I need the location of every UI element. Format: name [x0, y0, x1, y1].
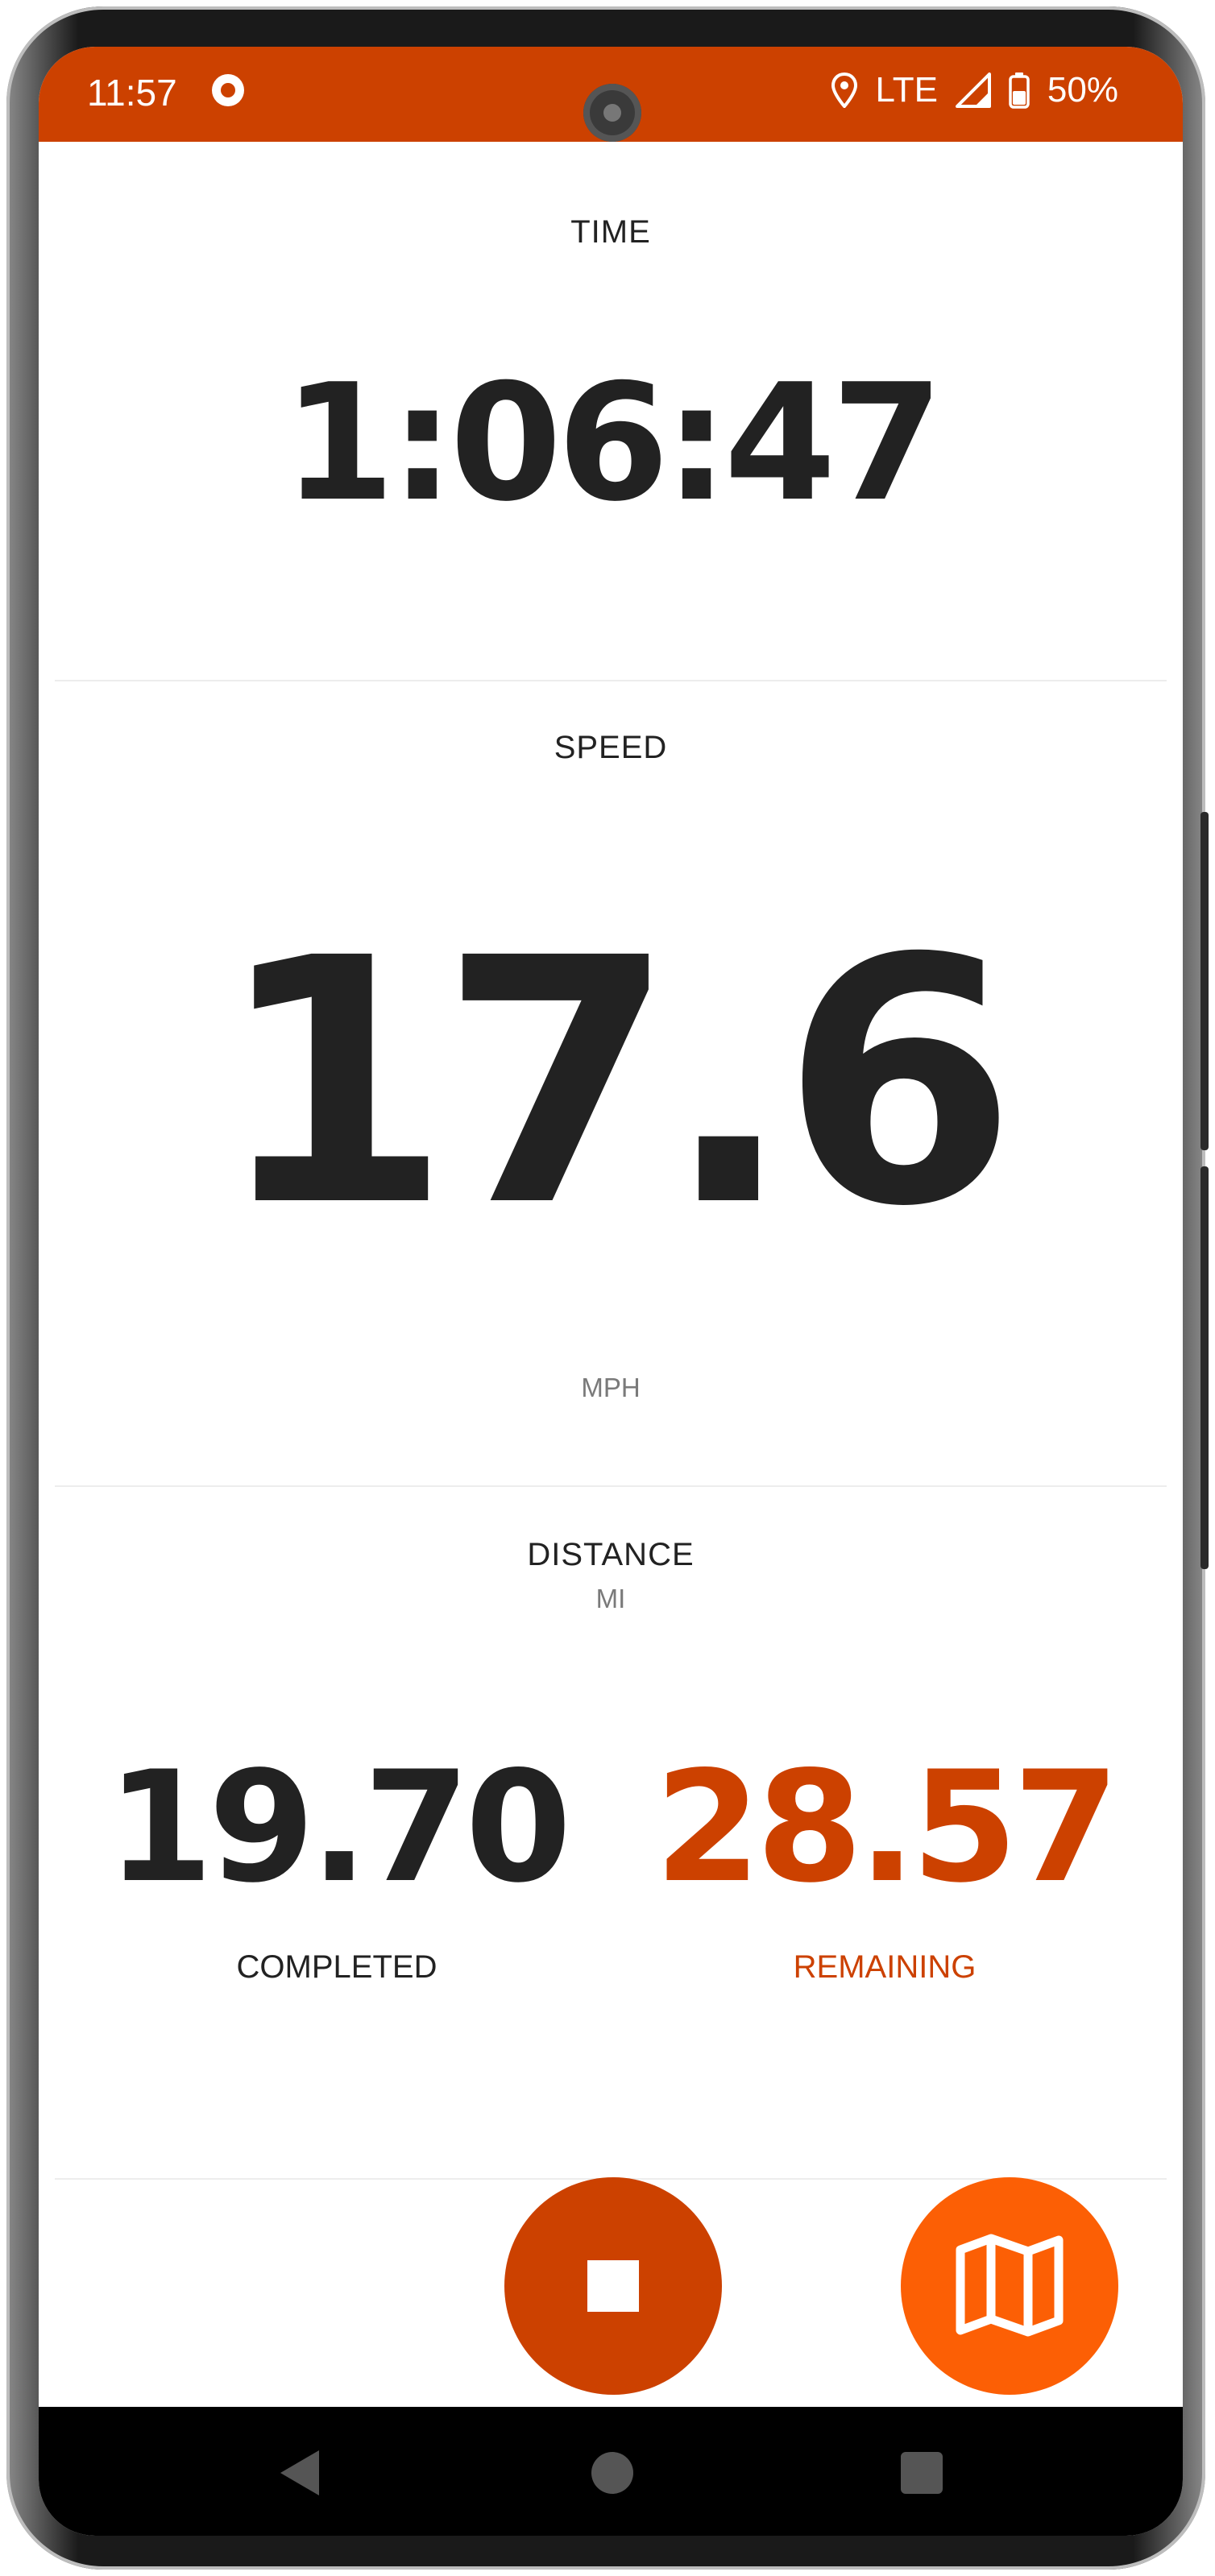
- distance-remaining: 28.57 REMAINING: [627, 1751, 1142, 1986]
- distance-completed: 19.70 COMPLETED: [79, 1751, 595, 1986]
- speed-unit: MPH: [581, 1373, 641, 1402]
- status-time: 11:57: [87, 72, 177, 114]
- divider: [55, 680, 1167, 681]
- system-nav-bar: [39, 2407, 1183, 2536]
- screen: 11:57 LTE 50% TIME 1:06:47 SPEED 17.6 MP…: [39, 47, 1183, 2536]
- battery-percent: 50%: [1047, 70, 1118, 110]
- time-label: TIME: [570, 214, 651, 250]
- status-icons: LTE 50%: [831, 69, 1118, 111]
- recents-icon[interactable]: [901, 2452, 943, 2494]
- completed-label: COMPLETED: [236, 1949, 437, 1985]
- distance-unit: MI: [595, 1584, 626, 1613]
- location-icon: [831, 72, 858, 108]
- battery-icon: [1009, 72, 1030, 109]
- speed-value: 17.6: [215, 887, 1017, 1281]
- map-icon: [956, 2234, 1064, 2337]
- remaining-value: 28.57: [654, 1738, 1120, 1916]
- power-button: [1200, 1166, 1209, 1569]
- status-bar: 11:57 LTE 50%: [39, 47, 1183, 142]
- distance-label: DISTANCE: [527, 1537, 695, 1572]
- stop-icon: [587, 2260, 639, 2312]
- network-type: LTE: [875, 70, 938, 110]
- stop-button[interactable]: [504, 2177, 722, 2395]
- remaining-label: REMAINING: [793, 1949, 977, 1985]
- device-frame: 11:57 LTE 50% TIME 1:06:47 SPEED 17.6 MP…: [6, 6, 1209, 2570]
- signal-icon: [955, 72, 991, 108]
- map-button[interactable]: [901, 2177, 1118, 2395]
- divider: [55, 1485, 1167, 1487]
- home-icon[interactable]: [591, 2452, 633, 2494]
- back-icon[interactable]: [280, 2450, 319, 2495]
- time-value: 1:06:47: [283, 350, 943, 537]
- speed-label: SPEED: [554, 730, 668, 765]
- completed-value: 19.70: [106, 1738, 572, 1916]
- volume-button: [1200, 812, 1209, 1150]
- front-camera: [583, 84, 641, 142]
- record-icon: [212, 74, 244, 106]
